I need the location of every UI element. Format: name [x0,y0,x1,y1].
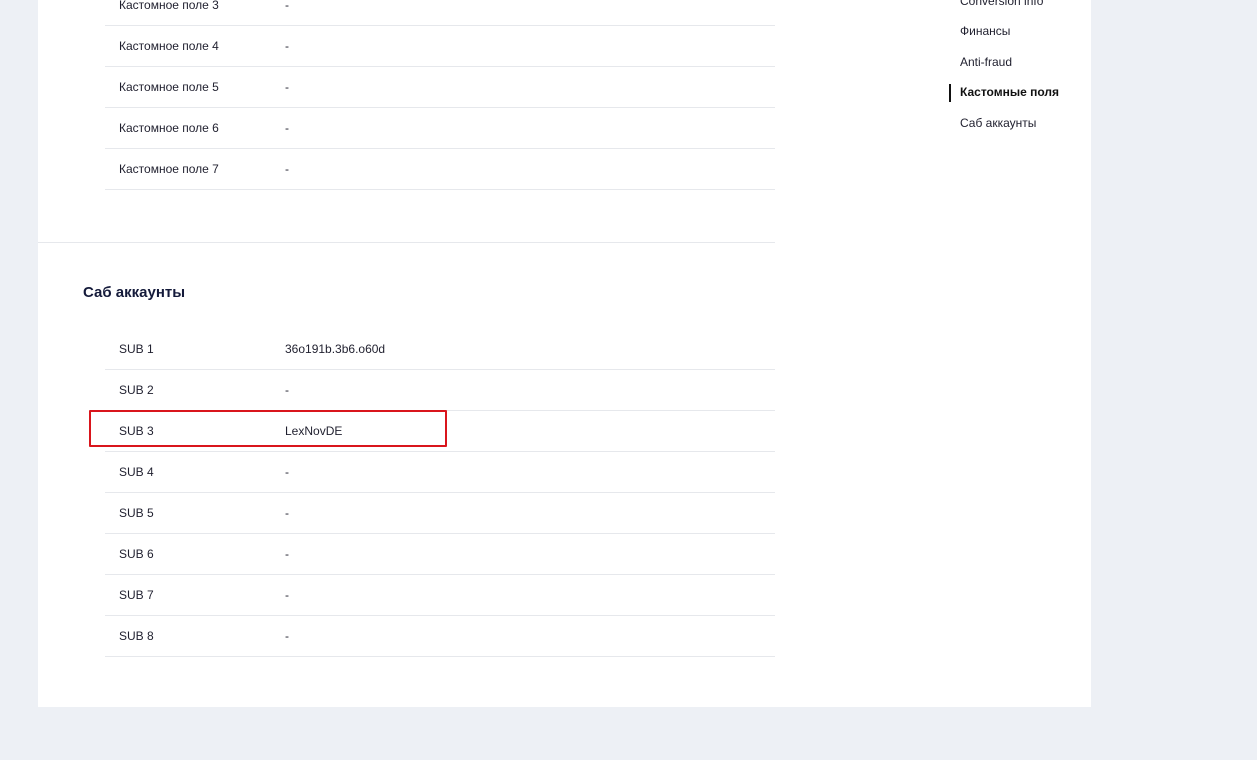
sub-label: SUB 3 [119,424,154,438]
field-label: Кастомное поле 6 [119,121,219,135]
sub-label: SUB 7 [119,588,154,602]
table-row: Кастомное поле 4 - [105,26,775,67]
nav-item-conversion-info[interactable]: Conversion info [960,0,1043,8]
sub-value: - [285,383,289,397]
table-row: SUB 5 - [105,493,775,534]
table-row: Кастомное поле 3 - [105,0,775,26]
custom-fields-table: Кастомное поле 3 - Кастомное поле 4 - Ка… [105,0,775,190]
sub-label: SUB 8 [119,629,154,643]
field-value: - [285,162,289,176]
field-value: - [285,80,289,94]
sub-value: 36o191b.3b6.o60d [285,342,386,356]
nav-item-sub-accounts[interactable]: Саб аккаунты [960,116,1036,130]
field-label: Кастомное поле 7 [119,162,219,176]
section-divider [38,242,775,243]
sub-label: SUB 5 [119,506,154,520]
field-value: - [285,121,289,135]
field-label: Кастомное поле 5 [119,80,219,94]
table-row: SUB 3 LexNovDE [105,411,775,452]
table-row: SUB 2 - [105,370,775,411]
field-label: Кастомное поле 4 [119,39,219,53]
nav-item-custom-fields[interactable]: Кастомные поля [960,85,1059,99]
table-row: SUB 7 - [105,575,775,616]
table-row: Кастомное поле 6 - [105,108,775,149]
sub-value: - [285,629,289,643]
sub-value: - [285,547,289,561]
sub-label: SUB 4 [119,465,154,479]
table-row: Кастомное поле 7 - [105,149,775,190]
sub-accounts-table: SUB 1 36o191b.3b6.o60d SUB 2 - SUB 3 Lex… [105,329,775,657]
table-row: Кастомное поле 5 - [105,67,775,108]
nav-item-anti-fraud[interactable]: Anti-fraud [960,55,1012,69]
table-row: SUB 1 36o191b.3b6.o60d [105,329,775,370]
table-row: SUB 6 - [105,534,775,575]
sub-value: - [285,465,289,479]
sub-label: SUB 6 [119,547,154,561]
sub-label: SUB 1 [119,342,154,356]
active-indicator [949,84,951,102]
sub-value: LexNovDE [285,424,343,438]
table-row: SUB 8 - [105,616,775,657]
section-title-sub-accounts: Саб аккаунты [83,284,186,301]
field-value: - [285,39,289,53]
field-label: Кастомное поле 3 [119,0,219,12]
sub-value: - [285,506,289,520]
sub-label: SUB 2 [119,383,154,397]
field-value: - [285,0,289,12]
details-card: Кастомное поле 3 - Кастомное поле 4 - Ка… [38,0,1091,707]
sub-value: - [285,588,289,602]
nav-item-finance[interactable]: Финансы [960,24,1010,38]
table-row: SUB 4 - [105,452,775,493]
